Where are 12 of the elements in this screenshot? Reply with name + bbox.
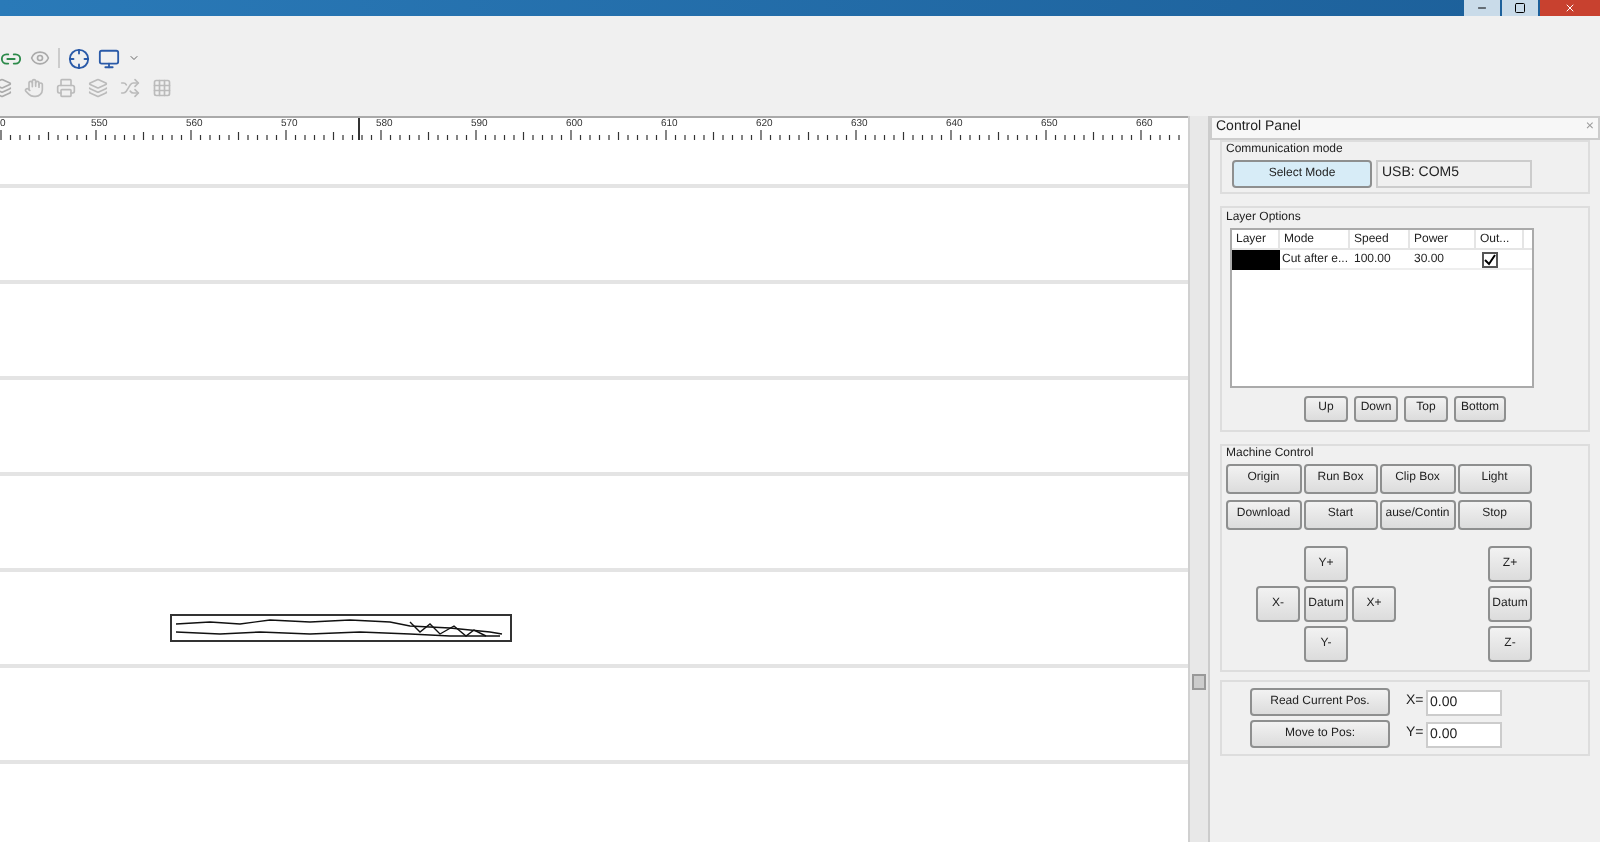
shuffle-icon[interactable] [120,78,140,98]
dropdown-icon[interactable] [128,52,140,64]
vertical-scrollbar[interactable] [1188,116,1208,842]
layer-color[interactable] [1232,250,1280,270]
maximize-icon[interactable] [1502,0,1538,16]
hand-icon[interactable] [24,78,44,98]
monitor-icon[interactable] [98,47,120,69]
eye-icon[interactable] [30,48,50,68]
printer-icon[interactable] [56,78,76,98]
output-checkbox[interactable] [1482,252,1498,268]
grid-icon[interactable] [152,78,172,98]
crosshair-icon[interactable] [68,47,90,69]
